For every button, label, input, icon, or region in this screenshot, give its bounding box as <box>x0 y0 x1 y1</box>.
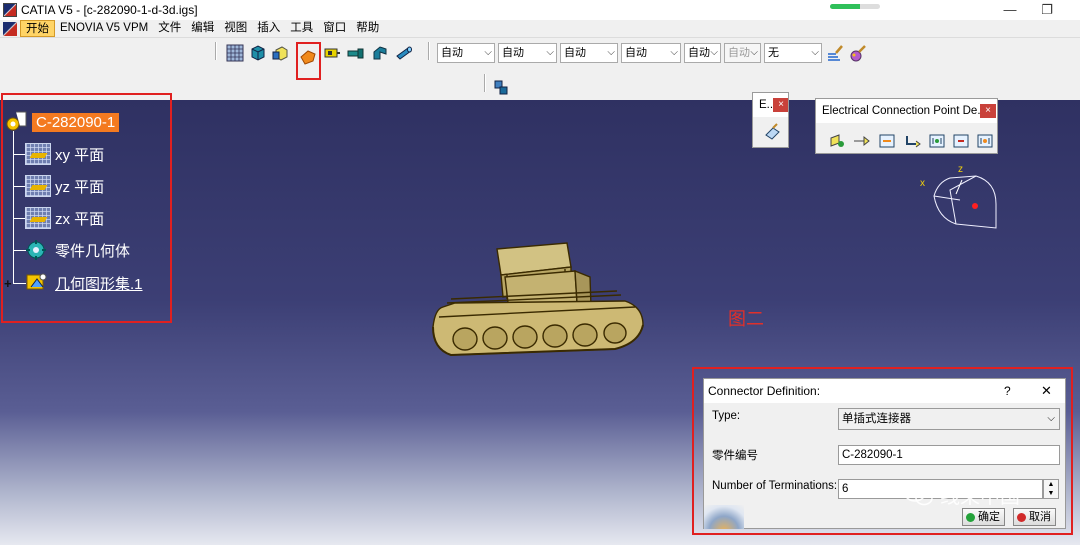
geometric-set-icon <box>26 273 47 290</box>
tree-node-zx-plane[interactable]: zx 平面 <box>25 207 104 229</box>
plane-icon <box>25 143 51 165</box>
ok-button[interactable]: 确定 <box>962 508 1005 526</box>
part-gear-icon <box>6 111 27 131</box>
cavity-face-icon[interactable] <box>952 132 970 150</box>
bundle-connection-point-icon[interactable] <box>852 132 870 150</box>
paint-icon[interactable] <box>849 44 867 62</box>
cavity-connection-point-icon[interactable] <box>878 132 896 150</box>
connector-face-icon[interactable] <box>928 132 946 150</box>
electrical-toolbar-title: Electrical Connection Point De... × <box>816 99 997 123</box>
part-icon[interactable] <box>272 44 290 62</box>
chevron-down-icon: ⌵ <box>1047 413 1055 424</box>
terminations-label: Number of Terminations: <box>712 480 838 492</box>
bundle-icon[interactable] <box>371 44 389 62</box>
menu-file[interactable]: 文件 <box>153 20 186 37</box>
minimize-button[interactable]: — <box>995 1 1025 19</box>
snap-icon[interactable] <box>492 79 510 97</box>
line-type-combo[interactable]: 自动 ⌵ <box>621 43 681 63</box>
toolbar-grip-3[interactable] <box>484 74 486 92</box>
layer-combo[interactable]: 无 ⌵ <box>764 43 822 63</box>
menu-bar: 开始 ENOVIA V5 VPM 文件 编辑 视图 插入 工具 窗口 帮助 <box>0 20 1080 38</box>
menu-view[interactable]: 视图 <box>219 20 252 37</box>
ok-icon <box>966 512 975 522</box>
part-number-label: 零件编号 <box>712 450 758 462</box>
menu-start[interactable]: 开始 <box>20 20 55 37</box>
menu-edit[interactable]: 编辑 <box>186 20 219 37</box>
terminal-face-icon[interactable] <box>976 132 994 150</box>
dialog-title: Connector Definition: <box>708 384 821 398</box>
terminations-spinner[interactable]: ▲ ▼ <box>1043 479 1059 499</box>
figure-label: 图二 <box>728 309 764 329</box>
toolbar-grip[interactable] <box>215 42 217 60</box>
menu-tools[interactable]: 工具 <box>285 20 318 37</box>
electrical-connection-point-toolbar: Electrical Connection Point De... × <box>815 98 998 154</box>
watermark-text: 线束中国 <box>940 486 1020 508</box>
cancel-icon <box>1017 512 1026 522</box>
plane-icon <box>25 207 51 229</box>
dialog-titlebar: Connector Definition: ? ✕ <box>704 379 1065 403</box>
menu-window[interactable]: 窗口 <box>318 20 351 37</box>
tree-root-node[interactable]: C-282090-1 <box>4 110 120 134</box>
brush-icon[interactable] <box>826 44 844 62</box>
catia-app-icon <box>3 3 17 17</box>
plug-icon[interactable] <box>347 44 365 62</box>
line-thickness-combo[interactable]: 自动 ⌵ <box>560 43 618 63</box>
compass-x-label: x <box>920 178 925 189</box>
tree-root-label: C-282090-1 <box>32 112 120 132</box>
menu-enovia[interactable]: ENOVIA V5 VPM <box>55 20 153 37</box>
tree-node-yz-plane[interactable]: yz 平面 <box>25 175 104 197</box>
tree-node-label: 几何图形集.1 <box>55 275 143 293</box>
small-toolbar-title: E... × <box>753 93 788 117</box>
type-select[interactable]: 单插式连接器 ⌵ <box>838 408 1060 430</box>
cavity-icon[interactable] <box>323 44 341 62</box>
connector-tool-highlight <box>296 42 321 80</box>
dialog-close-button[interactable]: ✕ <box>1041 379 1052 403</box>
tree-node-label: 零件几何体 <box>55 242 131 260</box>
wechat-icon <box>904 483 933 505</box>
color-combo[interactable]: 自动 ⌵ <box>437 43 495 63</box>
progress-bar <box>830 4 880 9</box>
body-gear-icon <box>26 240 46 260</box>
type-label: Type: <box>712 410 741 422</box>
toolbar-grip-2[interactable] <box>428 42 430 60</box>
render-style-combo[interactable]: 自动 ⌵ <box>724 43 761 63</box>
tree-node-xy-plane[interactable]: xy 平面 <box>25 143 104 165</box>
pipe-icon[interactable] <box>395 44 413 62</box>
connector-3d-model[interactable] <box>425 237 665 369</box>
connection-point-icon[interactable] <box>828 132 846 150</box>
progress-bar-fill <box>830 4 860 9</box>
wechat-watermark: 线束中国 <box>904 480 1020 509</box>
point-type-combo[interactable]: 自动 ⌵ <box>684 43 721 63</box>
expand-icon[interactable]: + <box>4 276 17 291</box>
part-number-field[interactable]: C-282090-1 <box>838 445 1060 465</box>
tree-node-geometric-set[interactable]: + 几何图形集.1 <box>4 271 143 295</box>
tree-node-part-body[interactable]: 零件几何体 <box>25 238 130 262</box>
electrical-toolbar-close-button[interactable]: × <box>980 104 996 118</box>
menu-help[interactable]: 帮助 <box>351 20 384 37</box>
small-floating-toolbar: E... × <box>752 92 789 148</box>
small-toolbar-close-button[interactable]: × <box>773 98 788 112</box>
grid-icon[interactable] <box>226 44 244 62</box>
plane-icon <box>25 175 51 197</box>
menu-insert[interactable]: 插入 <box>252 20 285 37</box>
tree-node-label: yz 平面 <box>55 178 105 196</box>
tree-node-label: xy 平面 <box>55 146 105 164</box>
define-connector-icon[interactable] <box>764 123 782 141</box>
compass-z-label: z <box>958 164 963 175</box>
transparency-combo[interactable]: 自动 ⌵ <box>498 43 557 63</box>
contact-point-icon[interactable] <box>904 132 922 150</box>
toolbar-area: 自动 ⌵ 自动 ⌵ 自动 ⌵ 自动 ⌵ 自动 ⌵ 自动 ⌵ 无 ⌵ <box>0 38 1080 100</box>
dialog-help-button[interactable]: ? <box>1004 379 1011 403</box>
catia-corner-logo <box>704 505 744 529</box>
cube-icon[interactable] <box>249 44 267 62</box>
tree-node-label: zx 平面 <box>55 210 105 228</box>
title-bar: CATIA V5 - [c-282090-1-d-3d.igs] — ❐ <box>0 0 1080 20</box>
window-title: CATIA V5 - [c-282090-1-d-3d.igs] <box>21 3 198 17</box>
catia-menu-icon[interactable] <box>3 21 17 36</box>
cancel-button[interactable]: 取消 <box>1013 508 1056 526</box>
restore-button[interactable]: ❐ <box>1032 1 1062 19</box>
